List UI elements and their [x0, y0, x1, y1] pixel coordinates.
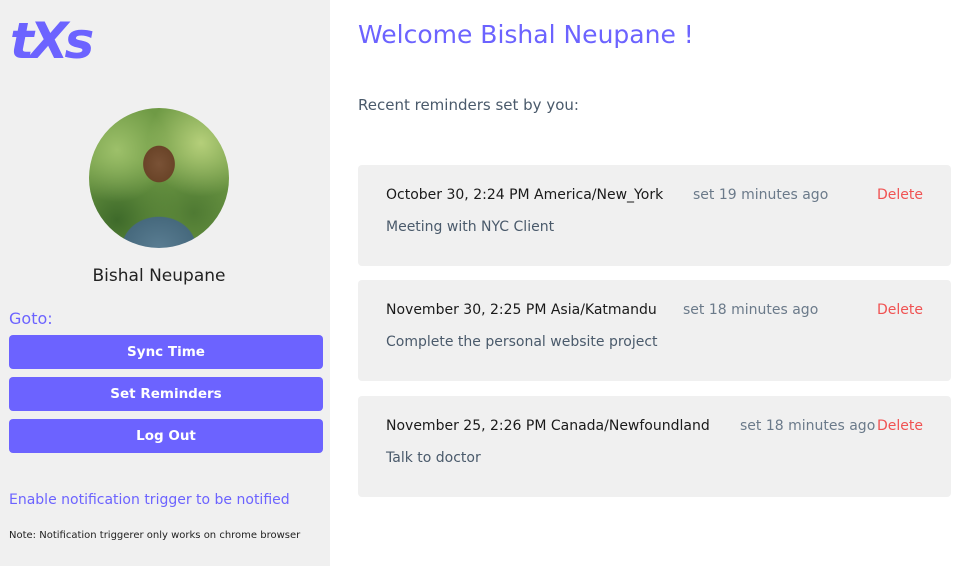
set-reminders-button[interactable]: Set Reminders — [9, 377, 323, 411]
reminder-card: October 30, 2:24 PM America/New_York set… — [358, 165, 951, 266]
app-logo[interactable]: tXs — [10, 6, 94, 76]
welcome-heading: Welcome Bishal Neupane ! — [358, 20, 694, 49]
delete-reminder-button[interactable]: Delete — [877, 302, 923, 318]
reminder-datetime: November 25, 2:26 PM Canada/Newfoundland — [386, 418, 710, 434]
delete-reminder-button[interactable]: Delete — [877, 187, 923, 203]
avatar — [89, 108, 229, 248]
reminder-set-ago: set 19 minutes ago — [693, 187, 829, 203]
goto-heading: Goto: — [9, 309, 53, 328]
log-out-button[interactable]: Log Out — [9, 419, 323, 453]
sidebar: tXs Bishal Neupane Goto: Sync Time Set R… — [0, 0, 330, 566]
reminder-message: Complete the personal website project — [386, 334, 658, 350]
reminder-card: November 25, 2:26 PM Canada/Newfoundland… — [358, 396, 951, 497]
reminder-set-ago: set 18 minutes ago — [683, 302, 819, 318]
reminder-message: Meeting with NYC Client — [386, 219, 555, 235]
sync-time-button[interactable]: Sync Time — [9, 335, 323, 369]
profile-name: Bishal Neupane — [92, 266, 226, 286]
reminder-datetime: October 30, 2:24 PM America/New_York — [386, 187, 664, 203]
reminder-datetime: November 30, 2:25 PM Asia/Katmandu — [386, 302, 657, 318]
browser-note: Note: Notification triggerer only works … — [9, 530, 301, 541]
reminder-set-ago: set 18 minutes ago — [740, 418, 876, 434]
reminders-title: Recent reminders set by you: — [358, 96, 579, 114]
reminder-message: Talk to doctor — [386, 450, 481, 466]
enable-notification-link[interactable]: Enable notification trigger to be notifi… — [9, 492, 290, 508]
reminder-card: November 30, 2:25 PM Asia/Katmandu set 1… — [358, 280, 951, 381]
delete-reminder-button[interactable]: Delete — [877, 418, 923, 434]
